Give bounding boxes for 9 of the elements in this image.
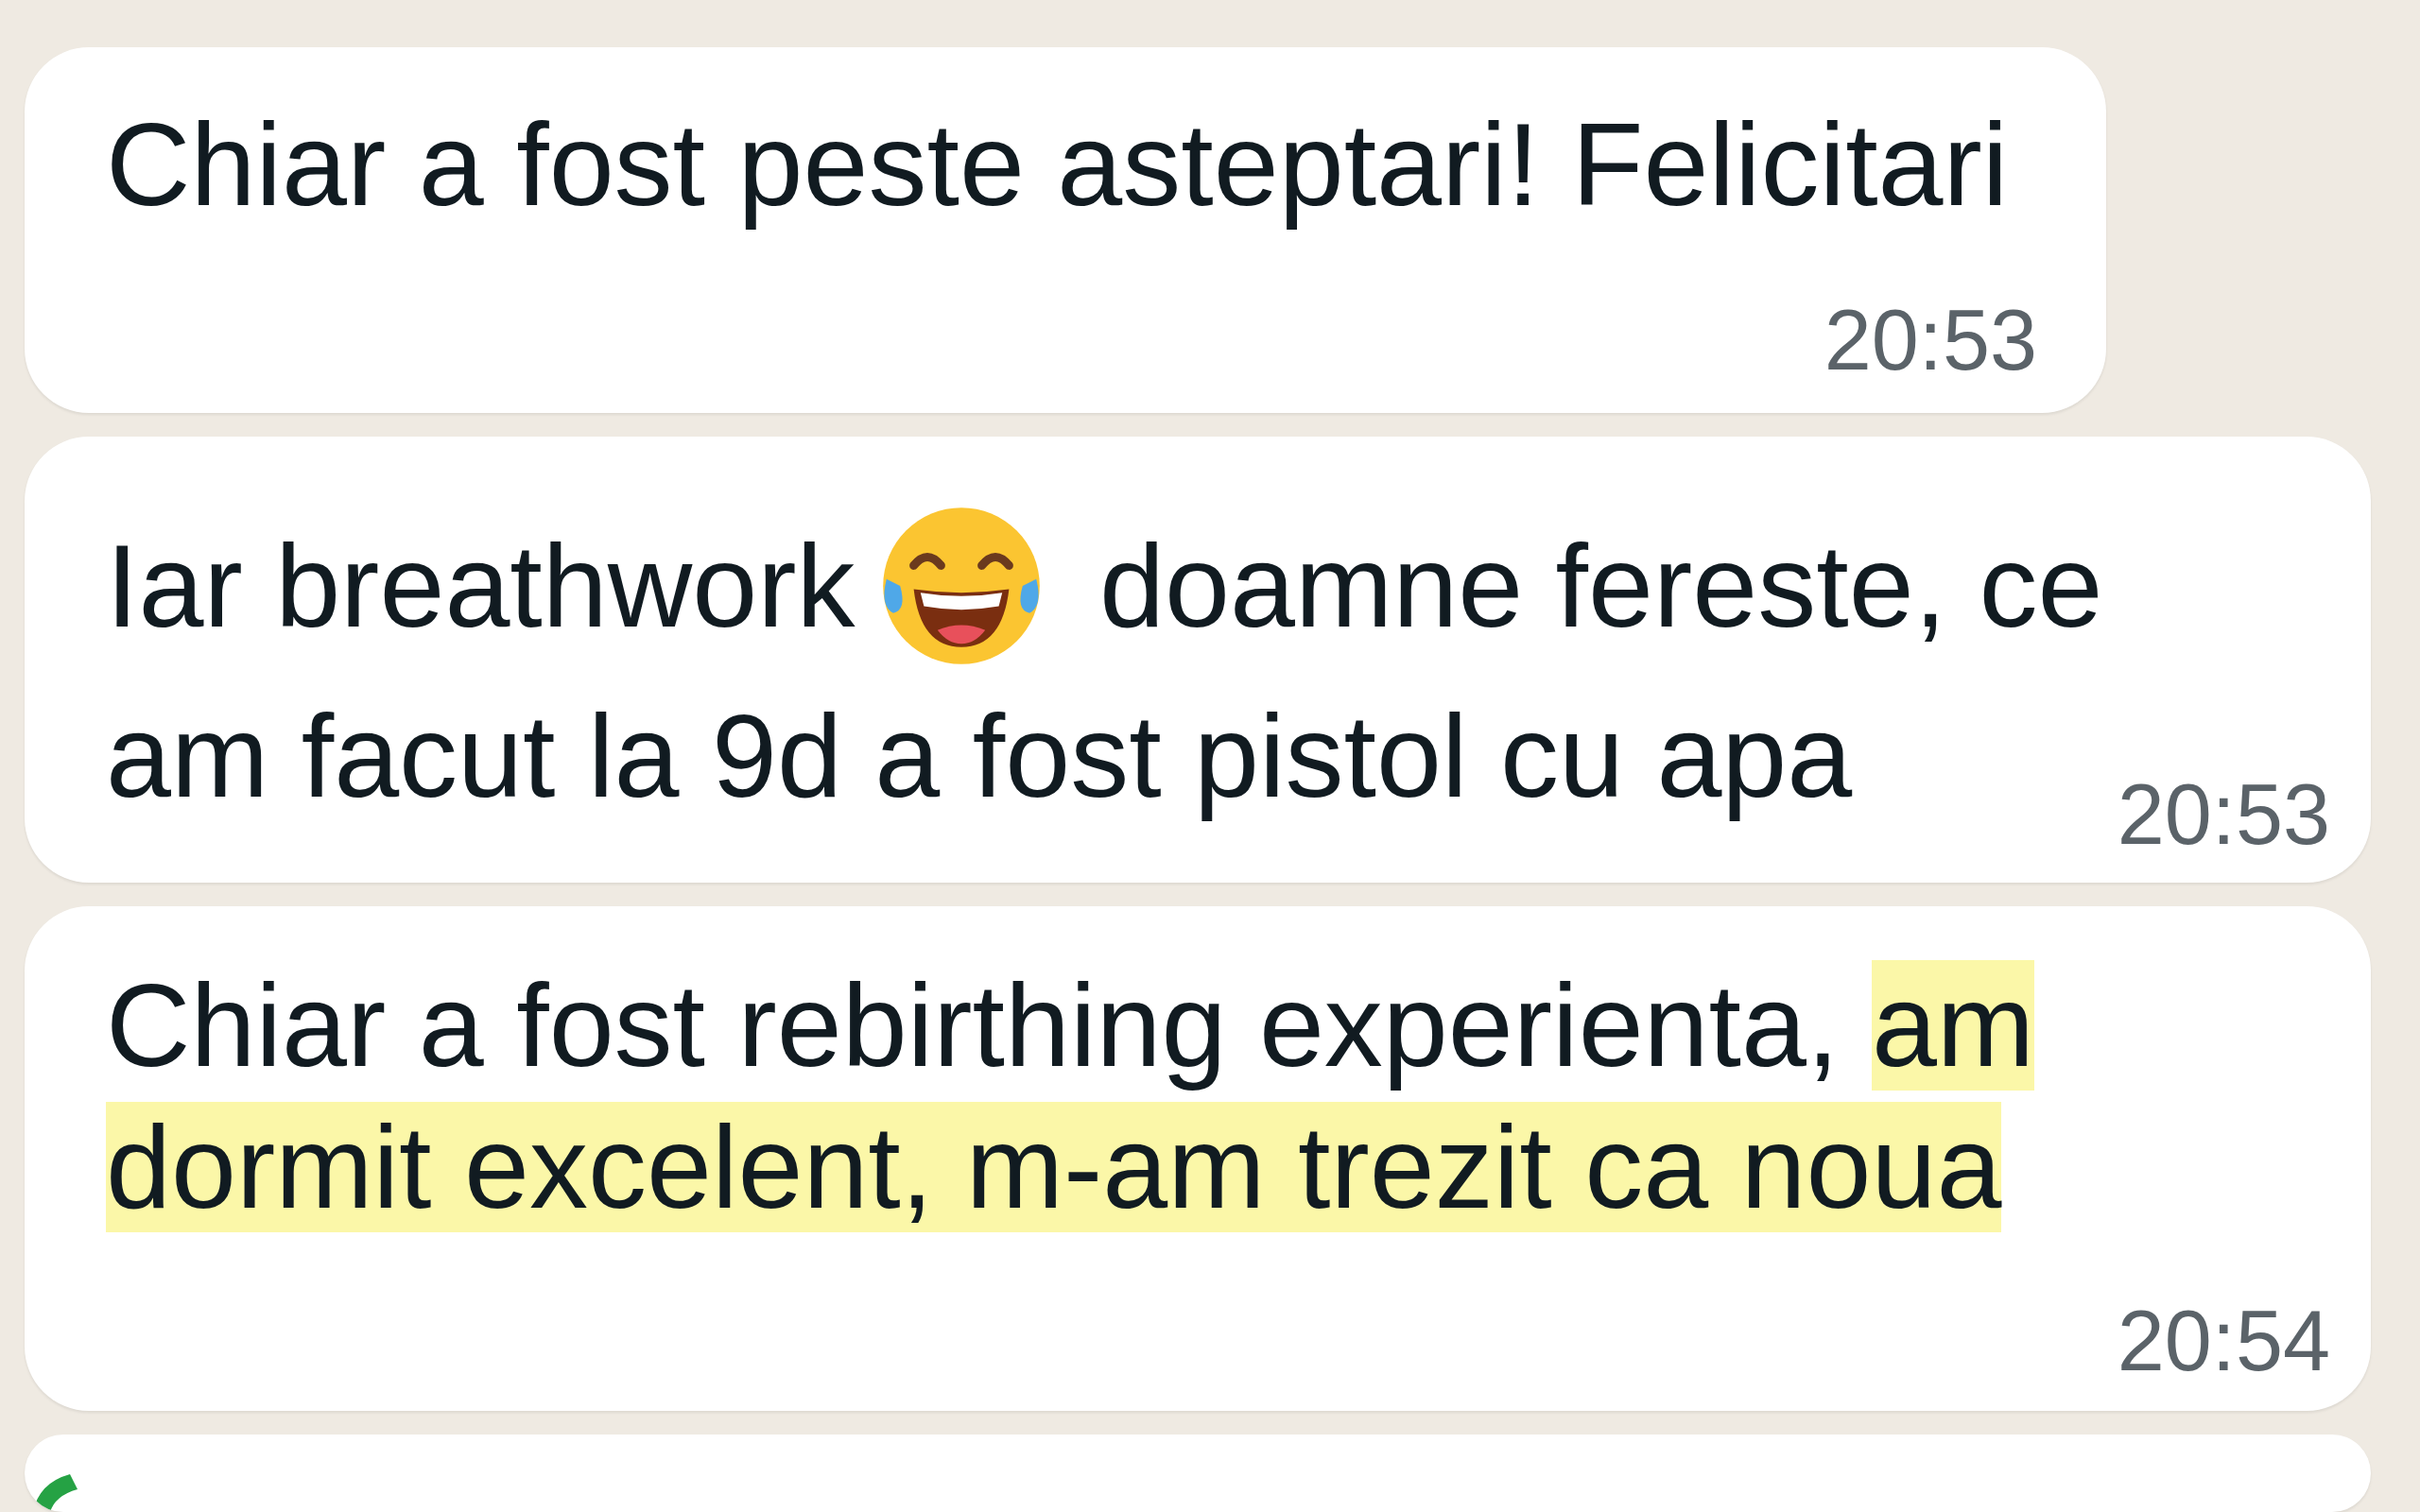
message-text: am facut la 9d a fost pistol cu apa: [106, 690, 1853, 824]
message-time: 20:54: [2117, 1294, 2330, 1389]
message-text: doamne fereste, ce: [1099, 521, 2103, 651]
message-text: Iar breathwork: [106, 521, 856, 651]
message-text: dormit excelent, m-am trezit ca noua: [106, 1101, 2002, 1235]
message-time: 20:53: [2117, 767, 2330, 863]
message-time: 20:53: [1824, 293, 2037, 387]
message-text: Chiar a fost rebirthing experienta, am: [106, 959, 2035, 1093]
message-text: Chiar a fost peste asteptari! Felicitari: [106, 98, 2009, 232]
